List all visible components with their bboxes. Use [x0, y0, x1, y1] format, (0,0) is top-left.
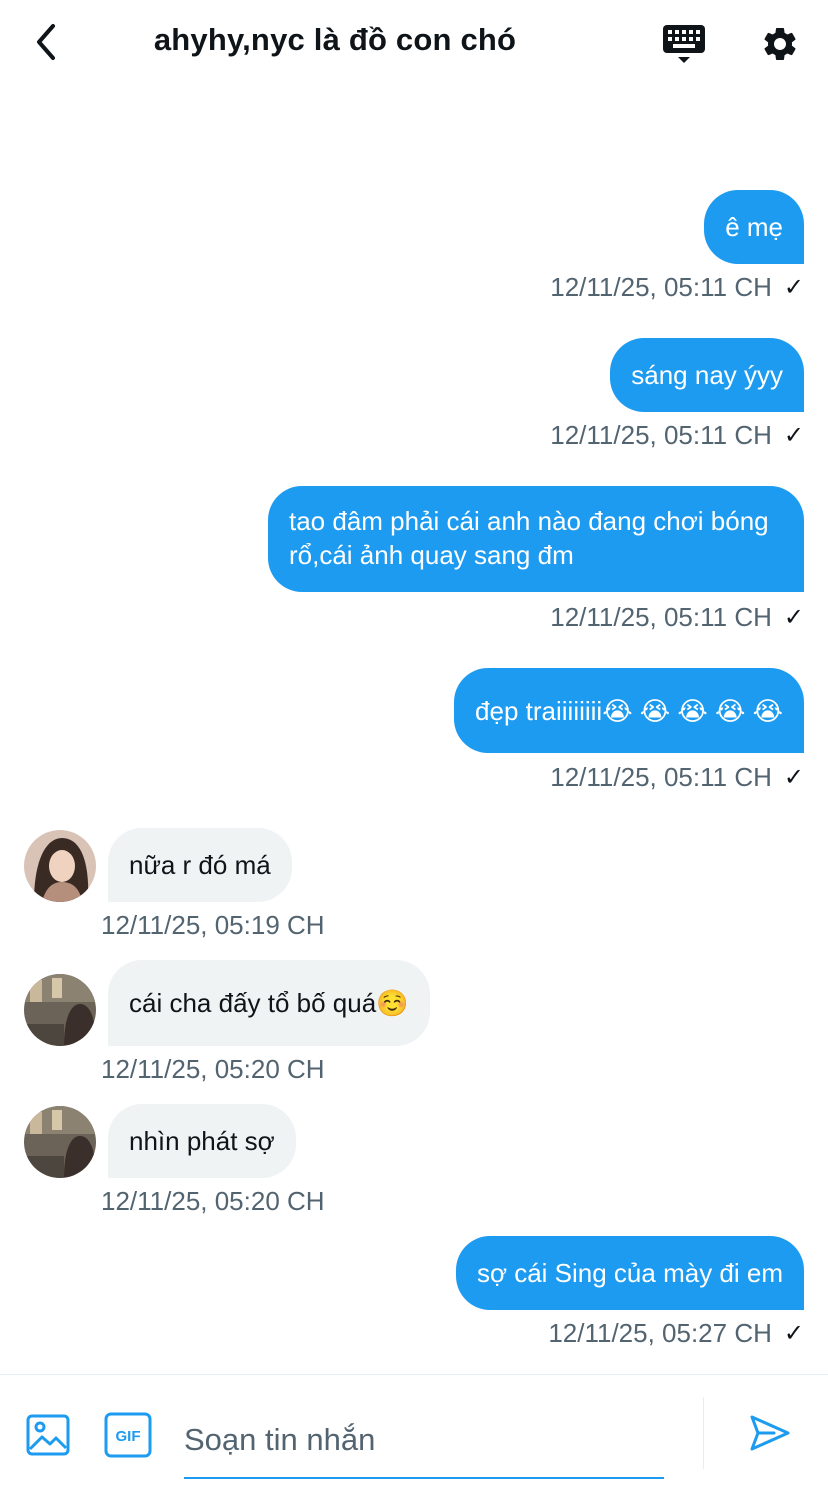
message-bubble-incoming[interactable]: nữa r đó má	[108, 828, 292, 902]
gif-label: GIF	[116, 1428, 141, 1445]
timestamp-text: 12/11/25, 05:11 CH	[550, 602, 772, 632]
keyboard-icon	[663, 25, 705, 63]
message-timestamp: 12/11/25, 05:11 CH ✓	[550, 762, 804, 793]
conversation-settings-button[interactable]	[752, 16, 808, 72]
avatar[interactable]	[24, 1106, 96, 1178]
sent-check-icon: ✓	[783, 274, 804, 301]
timestamp-text: 12/11/25, 05:11 CH	[550, 272, 772, 302]
gear-icon	[764, 27, 796, 60]
message-bubble-outgoing[interactable]: tao đâm phải cái anh nào đang chơi bóng …	[268, 486, 804, 592]
message-timestamp: 12/11/25, 05:20 CH	[101, 1186, 325, 1216]
message-timestamp: 12/11/25, 05:19 CH	[101, 910, 325, 940]
image-icon	[26, 1414, 70, 1456]
conversation-title: ahyhy,nyc là đồ con chó	[153, 22, 517, 57]
gif-icon: GIF	[104, 1412, 152, 1458]
avatar[interactable]	[24, 830, 96, 902]
sent-check-icon: ✓	[783, 764, 804, 791]
back-arrow-icon	[37, 24, 55, 60]
message-bubble-outgoing[interactable]: sáng nay ýyy	[610, 338, 804, 412]
message-input[interactable]	[184, 1403, 664, 1479]
message-composer: GIF	[0, 1374, 828, 1502]
add-media-button[interactable]	[26, 1413, 70, 1457]
sent-check-icon: ✓	[783, 422, 804, 449]
timestamp-text: 12/11/25, 05:11 CH	[550, 420, 772, 450]
sent-check-icon: ✓	[783, 604, 804, 631]
avatar-photo-icon	[24, 974, 96, 1046]
add-gif-button[interactable]: GIF	[104, 1411, 152, 1459]
timestamp-text: 12/11/25, 05:27 CH	[548, 1318, 772, 1348]
back-button[interactable]	[22, 18, 70, 66]
avatar[interactable]	[24, 974, 96, 1046]
message-timestamp: 12/11/25, 05:11 CH ✓	[550, 420, 804, 451]
sent-check-icon: ✓	[783, 1320, 804, 1347]
message-timestamp: 12/11/25, 05:11 CH ✓	[550, 272, 804, 303]
message-bubble-incoming[interactable]: nhìn phát sợ	[108, 1104, 296, 1178]
avatar-photo-icon	[24, 1106, 96, 1178]
message-bubble-outgoing[interactable]: đẹp traiiiiiiii😭 😭 😭 😭 😭	[454, 668, 804, 753]
message-timestamp: 12/11/25, 05:20 CH	[101, 1054, 325, 1084]
message-bubble-outgoing[interactable]: sợ cái Sing của mày đi em	[455, 1236, 804, 1310]
message-timestamp: 12/11/25, 05:11 CH ✓	[550, 602, 804, 633]
message-timestamp: 12/11/25, 05:27 CH ✓	[548, 1318, 804, 1349]
message-bubble-outgoing[interactable]: ê mẹ	[704, 190, 804, 264]
conversation-header: ahyhy,nyc là đồ con chó	[0, 0, 828, 88]
message-bubble-incoming[interactable]: cái cha đấy tổ bố quá☺️	[108, 960, 430, 1046]
avatar-photo-icon	[24, 830, 96, 902]
timestamp-text: 12/11/25, 05:11 CH	[550, 762, 772, 792]
send-button[interactable]	[748, 1411, 796, 1459]
send-icon	[750, 1415, 790, 1451]
composer-divider	[703, 1397, 704, 1469]
keyboard-shortcuts-button[interactable]	[656, 18, 712, 70]
